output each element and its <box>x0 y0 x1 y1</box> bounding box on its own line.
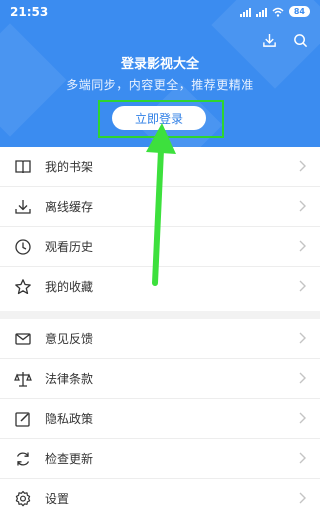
menu-item-favorites[interactable]: 我的收藏 <box>0 267 320 306</box>
menu-item-label: 意见反馈 <box>45 332 94 346</box>
menu-item-legal-terms[interactable]: 法律条款 <box>0 359 320 399</box>
login-title: 登录影视大全 <box>120 57 199 72</box>
gear-icon <box>15 490 31 506</box>
login-button[interactable]: 立即登录 <box>112 106 206 130</box>
menu-group-1: 我的书架 离线缓存 观看历史 我的收藏 <box>0 147 320 306</box>
download-icon[interactable] <box>262 33 277 48</box>
refresh-icon <box>16 452 30 465</box>
menu-item-label: 隐私政策 <box>45 412 94 426</box>
edit-icon <box>15 411 30 427</box>
login-subtitle: 多端同步，内容更全，推荐更精准 <box>66 78 254 92</box>
menu-item-watch-history[interactable]: 观看历史 <box>0 227 320 267</box>
battery-indicator: 84 <box>288 6 310 17</box>
search-icon[interactable] <box>293 33 308 48</box>
star-icon <box>15 278 31 294</box>
menu-item-label: 离线缓存 <box>45 200 94 214</box>
status-bar: 21:53 84 <box>0 0 320 24</box>
menu-item-label: 我的收藏 <box>45 280 94 294</box>
status-time: 21:53 <box>10 5 49 19</box>
chevron-right-icon <box>299 240 306 252</box>
mail-icon <box>15 332 31 345</box>
login-header: 21:53 84 登录影视大全 多端同步，内容更全，推荐更精准 立即登录 <box>0 0 320 147</box>
signal-icon <box>255 7 267 17</box>
menu-item-label: 设置 <box>45 492 70 506</box>
signal-icon <box>239 7 251 17</box>
menu-item-settings[interactable]: 设置 <box>0 479 320 518</box>
menu-item-feedback[interactable]: 意见反馈 <box>0 319 320 359</box>
wifi-icon <box>272 7 284 17</box>
chevron-right-icon <box>299 200 306 212</box>
menu-item-offline-cache[interactable]: 离线缓存 <box>0 187 320 227</box>
chevron-right-icon <box>299 452 306 464</box>
header-actions <box>262 33 308 48</box>
chevron-right-icon <box>299 492 306 504</box>
chevron-right-icon <box>299 332 306 344</box>
chevron-right-icon <box>299 372 306 384</box>
chevron-right-icon <box>299 280 306 292</box>
menu-item-bookshelf[interactable]: 我的书架 <box>0 147 320 187</box>
scale-icon <box>14 371 32 387</box>
menu-item-privacy-policy[interactable]: 隐私政策 <box>0 399 320 439</box>
menu-item-label: 我的书架 <box>45 160 94 174</box>
download-icon <box>15 199 31 214</box>
book-icon <box>15 159 31 173</box>
menu-item-check-update[interactable]: 检查更新 <box>0 439 320 479</box>
clock-icon <box>15 238 31 255</box>
menu-item-label: 观看历史 <box>45 240 94 254</box>
menu-item-label: 法律条款 <box>45 372 94 386</box>
chevron-right-icon <box>299 412 306 424</box>
status-icons: 84 <box>239 6 310 17</box>
chevron-right-icon <box>299 160 306 172</box>
menu-item-label: 检查更新 <box>45 452 94 466</box>
menu-group-2: 意见反馈 法律条款 隐私政策 检查更新 设置 <box>0 319 320 518</box>
section-divider <box>0 311 320 319</box>
